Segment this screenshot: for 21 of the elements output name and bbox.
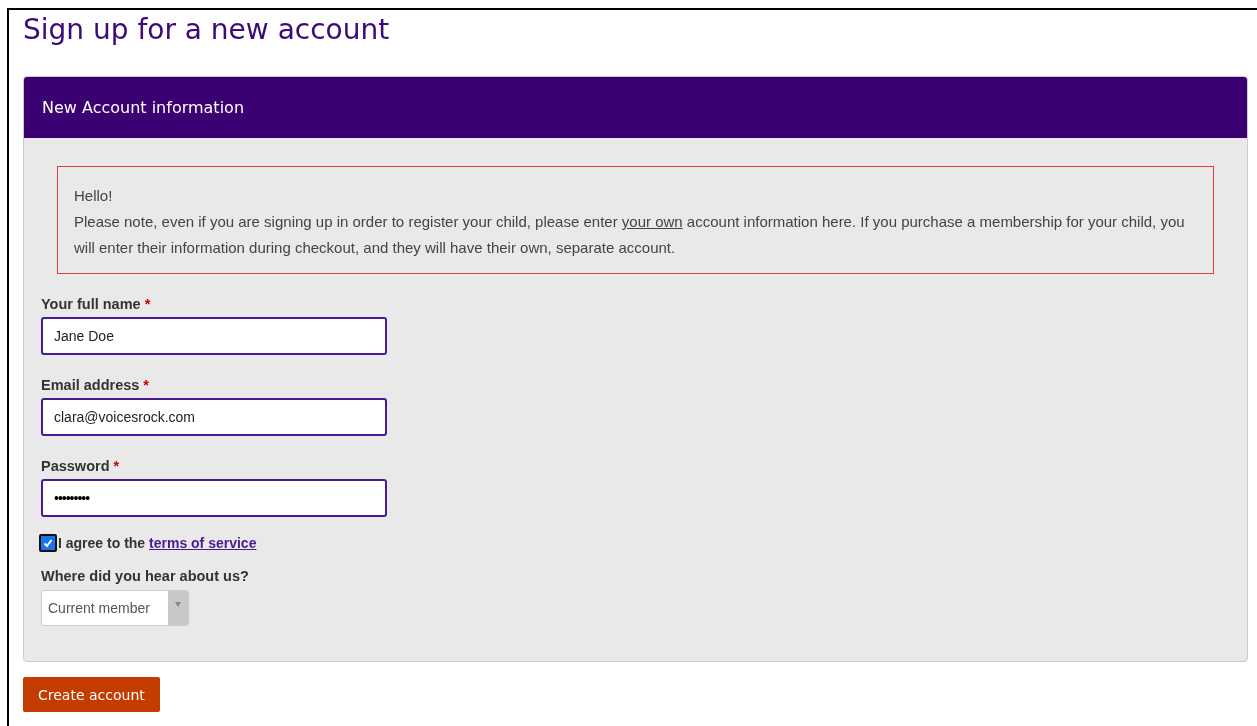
terms-link[interactable]: terms of service <box>149 535 257 551</box>
source-dropdown[interactable]: Current member <box>41 590 189 626</box>
notice-greeting: Hello! <box>74 186 114 206</box>
field-label: Password <box>41 458 110 474</box>
page-title: Sign up for a new account <box>23 12 391 48</box>
field-label: Email address <box>41 377 140 393</box>
panel-title: New Account information <box>42 98 244 117</box>
input-field[interactable]: clara@voicesrock.com <box>41 398 387 436</box>
create-account-button[interactable]: Create account <box>23 677 160 712</box>
required-mark: * <box>144 296 151 312</box>
field-label: Where did you hear about us? <box>41 567 250 586</box>
input-field[interactable]: Jane Doe <box>41 317 387 355</box>
required-mark: * <box>113 458 120 474</box>
caret-icon <box>175 602 181 607</box>
field-label: Your full name <box>41 296 141 312</box>
agree-label: I agree to the <box>58 535 147 551</box>
required-mark: * <box>143 377 149 393</box>
check-icon <box>42 537 54 549</box>
input-field[interactable]: ••••••••• <box>41 479 387 517</box>
notice-text: Please note, even if you are signing up in order to register your child, please enter your own account information here. If you purchase a membership for your child, you will enter their information during checkout, and they will have their own, separate account. <box>74 212 1186 258</box>
agree-checkbox[interactable] <box>39 534 57 552</box>
